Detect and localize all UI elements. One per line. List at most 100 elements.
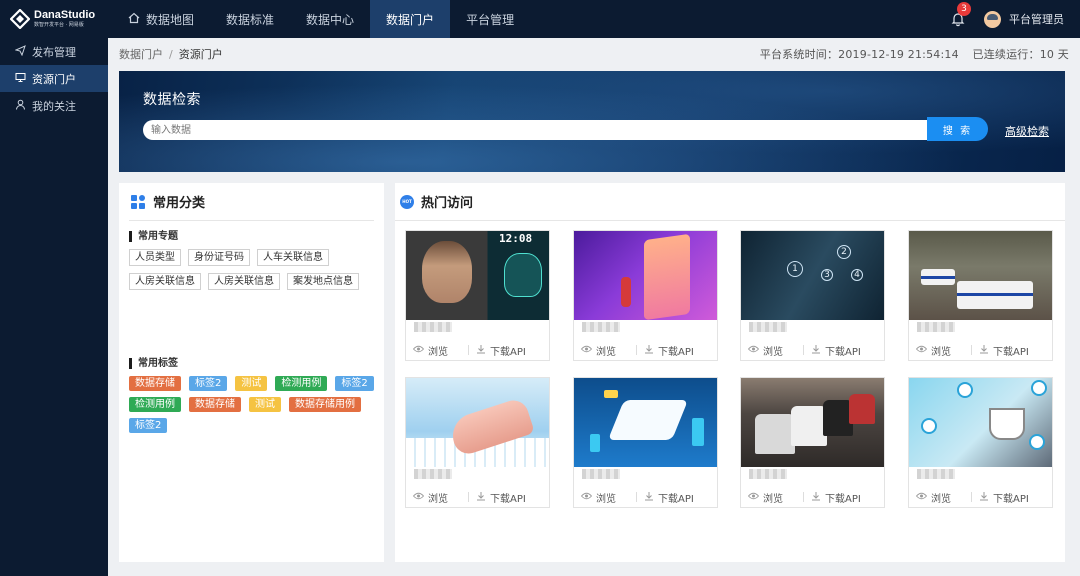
hot-access-panel: HOT 热门访问 12:08 浏览 下载API 浏览 下载API 1 2 3 4… <box>395 183 1065 562</box>
topic-tag[interactable]: 人房关联信息 <box>129 273 201 290</box>
breadcrumb-separator: / <box>169 47 173 61</box>
sidebar-item-label: 发布管理 <box>32 45 76 59</box>
download-api-button[interactable]: 下载API <box>476 490 526 505</box>
advanced-search-link[interactable]: 高级检索 <box>1005 123 1049 139</box>
label-tag[interactable]: 检测用例 <box>275 376 328 391</box>
download-label: 下载API <box>825 347 861 358</box>
browse-button[interactable]: 浏览 <box>747 343 783 358</box>
label-tag[interactable]: 测试 <box>235 376 268 391</box>
browse-button[interactable]: 浏览 <box>412 343 448 358</box>
label-tag[interactable]: 数据存储用例 <box>289 397 361 412</box>
search-banner: 数据检索 搜 索 高级检索 <box>119 71 1065 172</box>
app-logo[interactable]: DanaStudio 数智开发平台 · 网易版 <box>0 0 108 38</box>
sidebar-item-label: 资源门户 <box>32 72 76 86</box>
tags-heading: 常用标签 <box>129 358 374 369</box>
resource-card[interactable]: 浏览 下载API <box>573 230 718 361</box>
download-api-button[interactable]: 下载API <box>979 490 1029 505</box>
label-tag[interactable]: 标签2 <box>189 376 228 391</box>
browse-button[interactable]: 浏览 <box>915 490 951 505</box>
blurred-title <box>414 322 452 332</box>
nav-item-data-portal[interactable]: 数据门户 <box>370 0 451 38</box>
label-tag[interactable]: 数据存储 <box>129 376 181 391</box>
label-tag[interactable]: 测试 <box>249 397 281 412</box>
breadcrumb-root[interactable]: 数据门户 <box>119 46 163 62</box>
eye-icon <box>580 345 593 356</box>
keyboard-typing-thumbnail <box>406 378 549 467</box>
resource-card[interactable]: 12:08 浏览 下载API <box>405 230 550 361</box>
user-icon <box>15 99 26 113</box>
download-icon <box>811 344 821 357</box>
sidebar-item-resource-portal[interactable]: 资源门户 <box>0 65 108 92</box>
nav-item-data-standard[interactable]: 数据标准 <box>210 0 290 38</box>
label-tag[interactable]: 标签2 <box>335 376 374 391</box>
eye-icon <box>747 492 760 503</box>
browse-label: 浏览 <box>931 347 951 358</box>
browse-button[interactable]: 浏览 <box>915 343 951 358</box>
download-icon <box>476 491 486 504</box>
search-title: 数据检索 <box>143 92 201 108</box>
panel-title: 常用分类 <box>153 196 206 211</box>
browse-button[interactable]: 浏览 <box>580 343 616 358</box>
resource-card[interactable]: 1 2 3 4 浏览 下载API <box>740 230 885 361</box>
browse-label: 浏览 <box>596 494 616 505</box>
topic-tag[interactable]: 身份证号码 <box>188 249 250 266</box>
breadcrumb-current: 资源门户 <box>178 48 223 61</box>
topic-tag[interactable]: 人员类型 <box>129 249 181 266</box>
download-api-button[interactable]: 下载API <box>644 490 694 505</box>
thumbnail-number: 3 <box>821 269 833 281</box>
download-label: 下载API <box>490 347 526 358</box>
topic-tag[interactable]: 人车关联信息 <box>257 249 329 266</box>
download-icon <box>979 491 989 504</box>
nav-item-platform-admin[interactable]: 平台管理 <box>450 0 530 38</box>
browse-label: 浏览 <box>931 494 951 505</box>
browse-label: 浏览 <box>596 347 616 358</box>
download-api-button[interactable]: 下载API <box>476 343 526 358</box>
eye-icon <box>412 492 425 503</box>
download-api-button[interactable]: 下载API <box>979 343 1029 358</box>
notification-bell-icon[interactable]: 3 <box>950 2 971 27</box>
topic-tag[interactable]: 案发地点信息 <box>287 273 359 290</box>
police-scene-thumbnail <box>909 231 1052 320</box>
eye-icon <box>915 492 928 503</box>
browse-label: 浏览 <box>763 347 783 358</box>
download-api-button[interactable]: 下载API <box>644 343 694 358</box>
browse-label: 浏览 <box>763 494 783 505</box>
resource-card[interactable]: 浏览 下载API <box>573 377 718 508</box>
sidebar-item-publish-management[interactable]: 发布管理 <box>0 38 108 65</box>
sidebar-item-my-follows[interactable]: 我的关注 <box>0 92 108 119</box>
download-api-button[interactable]: 下载API <box>811 490 861 505</box>
thumbnail-number: 2 <box>837 245 851 259</box>
browse-button[interactable]: 浏览 <box>412 490 448 505</box>
eye-icon <box>747 345 760 356</box>
search-input[interactable] <box>143 120 929 140</box>
main-nav: 数据地图 数据标准 数据中心 数据门户 平台管理 <box>112 0 530 38</box>
download-icon <box>644 344 654 357</box>
blurred-title <box>582 322 620 332</box>
resource-card[interactable]: 浏览 下载API <box>405 377 550 508</box>
topic-list: 人员类型 身份证号码 人车关联信息 人房关联信息 人房关联信息 案发地点信息 <box>129 242 374 290</box>
label-tag[interactable]: 数据存储 <box>189 397 241 412</box>
sidebar: 发布管理 资源门户 我的关注 <box>0 38 108 576</box>
resource-card[interactable]: 浏览 下载API <box>908 230 1053 361</box>
blurred-title <box>582 469 620 479</box>
browse-button[interactable]: 浏览 <box>580 490 616 505</box>
nav-item-data-map[interactable]: 数据地图 <box>112 0 210 38</box>
download-label: 下载API <box>658 494 694 505</box>
search-button[interactable]: 搜 索 <box>927 117 988 141</box>
download-icon <box>979 344 989 357</box>
label-tag[interactable]: 检测用例 <box>129 397 181 412</box>
label-tag[interactable]: 标签2 <box>129 418 168 433</box>
resource-card[interactable]: 浏览 下载API <box>908 377 1053 508</box>
topic-tag[interactable]: 人房关联信息 <box>208 273 280 290</box>
face-recognition-thumbnail: 12:08 <box>406 231 549 320</box>
nav-item-data-center[interactable]: 数据中心 <box>290 0 370 38</box>
system-status: 平台系统时间：2019-12-19 21:54:14 已连续运行：10 天 <box>750 46 1069 62</box>
resource-card[interactable]: 浏览 下载API <box>740 377 885 508</box>
download-api-button[interactable]: 下载API <box>811 343 861 358</box>
download-label: 下载API <box>490 494 526 505</box>
nav-item-label: 数据中心 <box>306 12 355 27</box>
app-subtitle: 数智开发平台 · 网易版 <box>34 22 84 28</box>
browse-button[interactable]: 浏览 <box>747 490 783 505</box>
user-menu[interactable]: 平台管理员 <box>984 10 1064 28</box>
download-label: 下载API <box>993 347 1029 358</box>
